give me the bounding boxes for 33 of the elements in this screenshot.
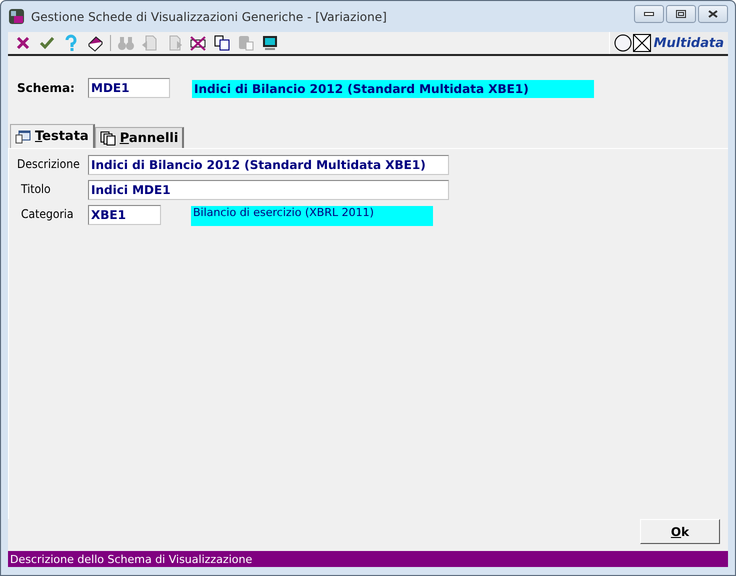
close-button[interactable] xyxy=(698,4,728,22)
paste-icon xyxy=(237,34,255,52)
maximize-button[interactable] xyxy=(666,4,696,22)
close-icon xyxy=(708,10,718,18)
input-field[interactable]: Indici MDE1 xyxy=(88,180,449,200)
field-label: Descrizione xyxy=(16,156,81,171)
schema-field[interactable]: MDE1 xyxy=(88,78,170,98)
close-icon xyxy=(14,34,32,52)
field-label: Categoria xyxy=(20,206,75,221)
terminal-icon xyxy=(261,34,279,52)
tab[interactable]: Pannelli xyxy=(94,127,184,148)
schema-description: Indici di Bilancio 2012 (Standard Multidata XBE1) xyxy=(192,80,594,98)
crossed-card-icon xyxy=(189,34,207,52)
restore-icon xyxy=(676,10,686,18)
copy-icon xyxy=(213,34,231,52)
tab[interactable]: Testata xyxy=(10,124,95,148)
schema-label: Schema: xyxy=(17,80,76,94)
status-bar: Descrizione dello Schema di Visualizzazione xyxy=(8,551,728,567)
field-label: Titolo xyxy=(20,181,52,196)
input-field[interactable]: XBE1 xyxy=(88,205,161,225)
checkmark-icon xyxy=(38,34,56,52)
window-icon xyxy=(15,130,31,144)
page-back-icon xyxy=(141,34,159,52)
pages-icon xyxy=(100,130,116,146)
minimize-button[interactable] xyxy=(634,4,664,22)
category-description: Bilancio di esercizio (XBRL 2011) xyxy=(191,206,433,226)
ok-button[interactable]: Ok xyxy=(640,519,720,544)
binoculars-icon xyxy=(117,34,135,52)
window-title: Gestione Schede di Visualizzazioni Generiche - [Variazione] xyxy=(31,10,388,24)
logo-text: Multidata xyxy=(654,36,724,50)
input-field[interactable]: Indici di Bilancio 2012 (Standard Multidata XBE1) xyxy=(88,155,449,175)
app-icon xyxy=(8,8,25,25)
minimize-icon xyxy=(644,12,654,16)
